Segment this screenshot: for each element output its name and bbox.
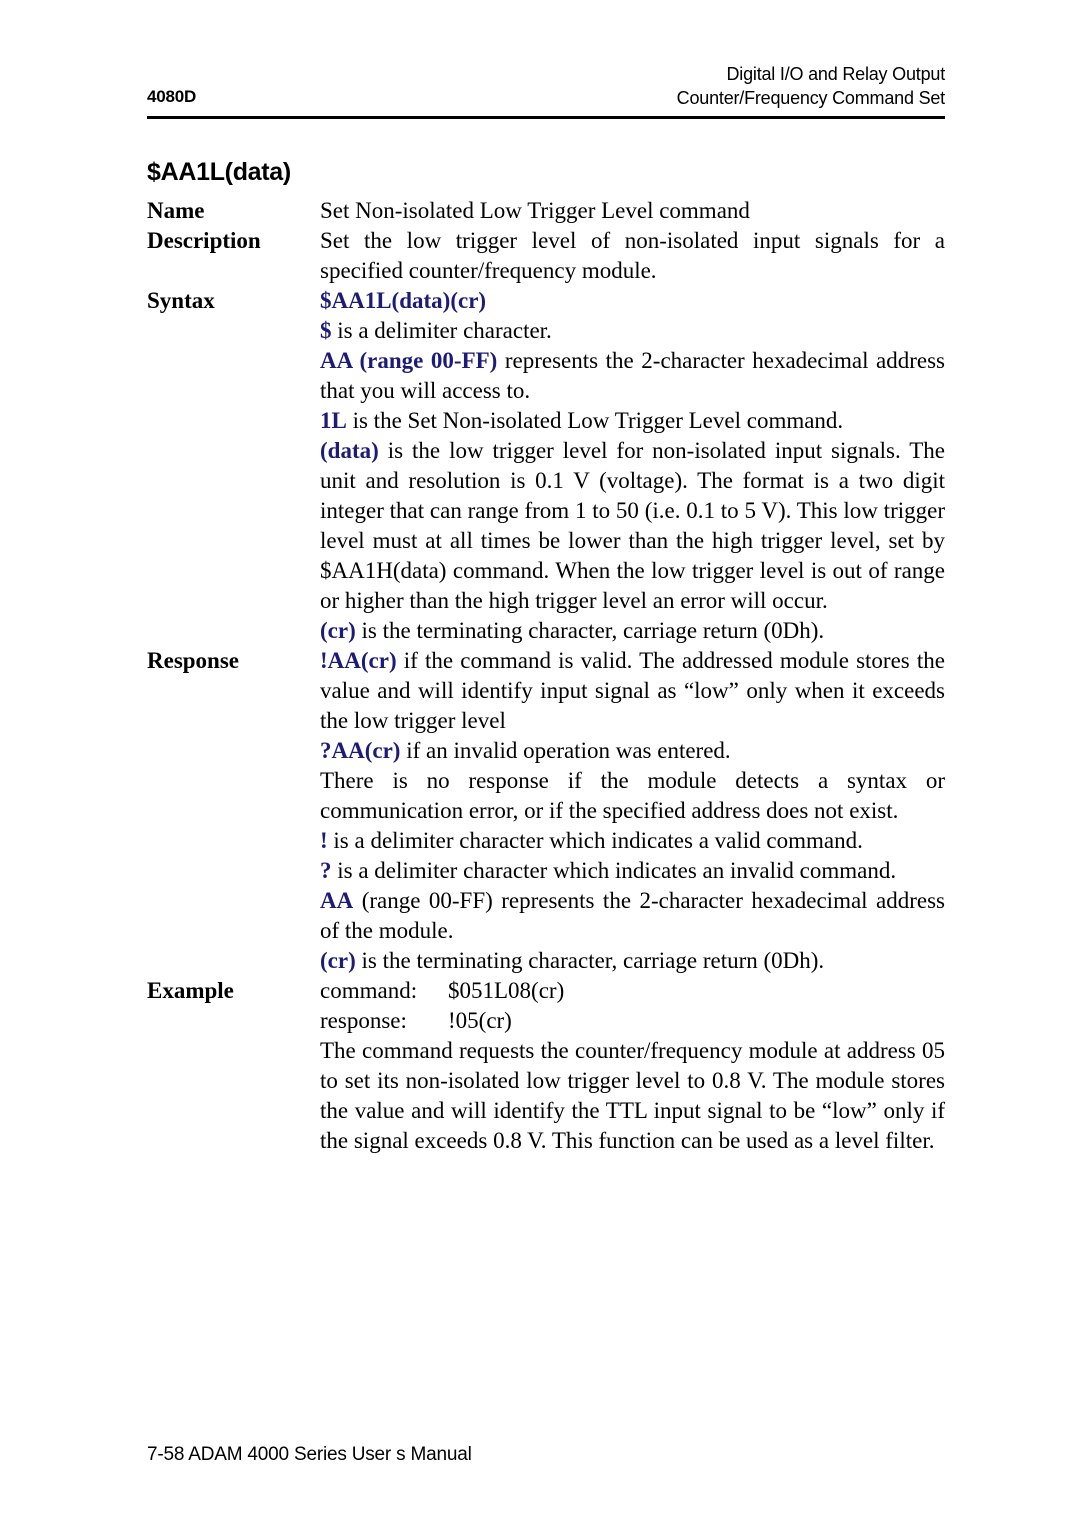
example-explanation-text: The command requests the counter/frequen… (320, 1038, 945, 1153)
response-bang-text: is a delimiter character which indicates… (327, 828, 863, 853)
syntax-cr-text: is the terminating character, carriage r… (355, 618, 825, 643)
response-question-token: ? (320, 858, 332, 883)
syntax-cr-line: (cr) is the terminating character, carri… (320, 616, 945, 646)
response-question-line: ? is a delimiter character which indicat… (320, 856, 945, 886)
example-command-key: command: (320, 978, 418, 1003)
response-valid-text: if the command is valid. The addressed m… (320, 648, 945, 733)
syntax-data-text: is the low trigger level for non-isolate… (320, 438, 945, 613)
description-text: Set the low trigger level of non-isolate… (320, 228, 945, 283)
value-response: !AA(cr) if the command is valid. The add… (320, 646, 945, 976)
response-invalid-text: if an invalid operation was entered. (400, 738, 731, 763)
page-header: 4080D Digital I/O and Relay Output Count… (147, 62, 945, 110)
value-description: Set the low trigger level of non-isolate… (320, 226, 945, 286)
syntax-command-line: $AA1L(data)(cr) (320, 286, 945, 316)
syntax-command-code-line: 1L is the Set Non-isolated Low Trigger L… (320, 406, 945, 436)
syntax-delimiter-token: $ (320, 318, 332, 343)
definition-row-description: Description Set the low trigger level of… (147, 226, 945, 286)
header-divider-rule (147, 116, 945, 119)
response-question-text: is a delimiter character which indicates… (331, 858, 897, 883)
value-syntax: $AA1L(data)(cr) $ is a delimiter charact… (320, 286, 945, 646)
header-section-title: Digital I/O and Relay Output Counter/Fre… (676, 62, 946, 110)
definition-row-example: Example command: $051L08(cr) response: !… (147, 976, 945, 1156)
response-address-text: (range 00-FF) represents the 2-character… (320, 888, 945, 943)
example-command-value: $051L08(cr) (448, 978, 565, 1003)
header-document-code: 4080D (147, 87, 197, 106)
syntax-address-line: AA (range 00-FF) represents the 2-charac… (320, 346, 945, 406)
syntax-delimiter-text: is a delimiter character. (331, 318, 552, 343)
definition-row-response: Response !AA(cr) if the command is valid… (147, 646, 945, 976)
response-valid-line: !AA(cr) if the command is valid. The add… (320, 646, 945, 736)
response-address-token: AA (320, 888, 354, 913)
header-title-line-1: Digital I/O and Relay Output (726, 64, 945, 84)
command-heading: $AA1L(data) (147, 158, 291, 186)
syntax-data-line: (data) is the low trigger level for non-… (320, 436, 945, 616)
response-invalid-token: ?AA(cr) (320, 738, 401, 763)
value-example: command: $051L08(cr) response: !05(cr) T… (320, 976, 945, 1156)
definition-row-syntax: Syntax $AA1L(data)(cr) $ is a delimiter … (147, 286, 945, 646)
label-description: Description (147, 228, 261, 253)
response-bang-token: ! (320, 828, 328, 853)
syntax-command-code-text: is the Set Non-isolated Low Trigger Leve… (346, 408, 844, 433)
label-response: Response (147, 648, 240, 673)
response-noresponse-text: There is no response if the module detec… (320, 768, 945, 823)
example-response-key: response: (320, 1008, 407, 1033)
response-address-line: AA (range 00-FF) represents the 2-charac… (320, 886, 945, 946)
syntax-command-code-token: 1L (320, 408, 347, 433)
response-cr-text: is the terminating character, carriage r… (355, 948, 825, 973)
response-valid-token: !AA(cr) (320, 648, 397, 673)
example-response-value: !05(cr) (448, 1008, 512, 1033)
response-cr-token: (cr) (320, 948, 356, 973)
name-text: Set Non-isolated Low Trigger Level comma… (320, 198, 750, 223)
response-invalid-line: ?AA(cr) if an invalid operation was ente… (320, 736, 945, 766)
syntax-address-token: AA (range 00-FF) (320, 348, 498, 373)
label-name: Name (147, 198, 205, 223)
label-syntax: Syntax (147, 288, 215, 313)
syntax-command-token: $AA1L(data)(cr) (320, 288, 487, 313)
header-title-line-2: Counter/Frequency Command Set (676, 88, 946, 108)
example-response-line: response: !05(cr) (320, 1006, 945, 1036)
value-name: Set Non-isolated Low Trigger Level comma… (320, 196, 945, 226)
syntax-delimiter-line: $ is a delimiter character. (320, 316, 945, 346)
syntax-data-token: (data) (320, 438, 379, 463)
response-cr-line: (cr) is the terminating character, carri… (320, 946, 945, 976)
response-bang-line: ! is a delimiter character which indicat… (320, 826, 945, 856)
label-example: Example (147, 978, 234, 1003)
page-footer: 7-58 ADAM 4000 Series User s Manual (147, 1444, 472, 1465)
syntax-cr-token: (cr) (320, 618, 356, 643)
command-definition-list: Name Set Non-isolated Low Trigger Level … (147, 196, 945, 1156)
example-command-line: command: $051L08(cr) (320, 976, 945, 1006)
document-page: 4080D Digital I/O and Relay Output Count… (0, 0, 1080, 1534)
definition-row-name: Name Set Non-isolated Low Trigger Level … (147, 196, 945, 226)
